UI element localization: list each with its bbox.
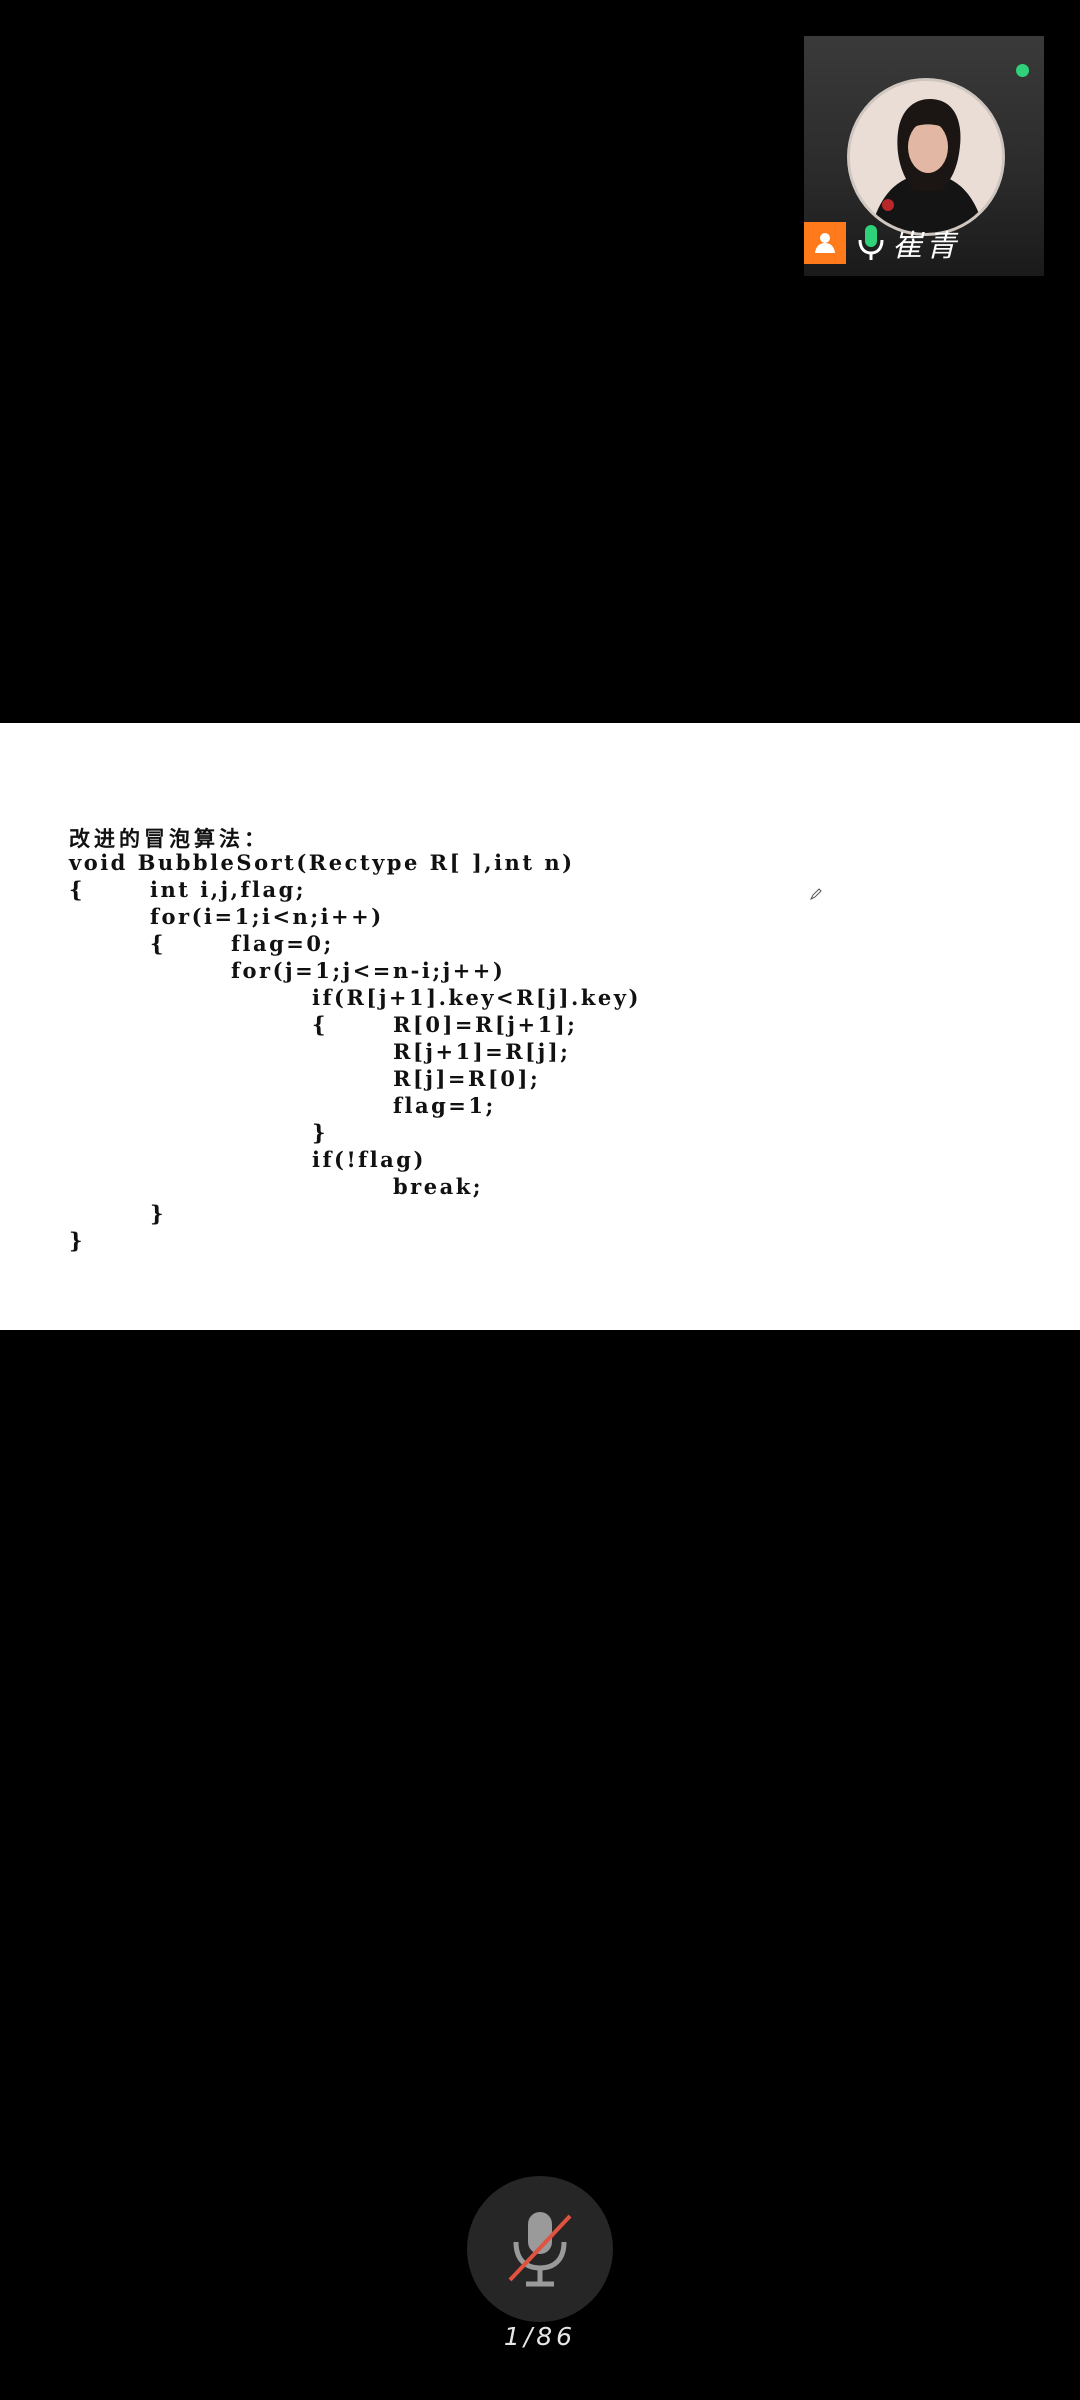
user-badge [804,222,846,264]
code-line: flag=1; [393,1093,496,1118]
avatar [847,78,1005,236]
mute-toggle-button[interactable] [467,2176,613,2322]
code-line: if(!flag) [312,1147,426,1172]
code-line: void BubbleSort(Rectype R[ ],int n) [69,850,575,875]
code-line: if(R[j+1].key<R[j].key) [312,985,641,1010]
speaker-name: 崔青 [892,229,960,264]
code-line: {flag=0; [150,931,334,956]
meeting-screen: 崔青 改进的冒泡算法： void BubbleSort(Rectype R[ ]… [0,0,1080,2400]
code-line: } [69,1228,86,1253]
pen-cursor-icon [810,888,822,900]
microphone-muted-icon [508,2212,572,2287]
online-status-dot [1016,64,1029,77]
code-line: for(j=1;j<=n-i;j++) [231,958,506,983]
microphone-active-icon [858,225,884,260]
speaker-video-tile[interactable]: 崔青 [804,36,1044,276]
avatar-image [850,81,1002,233]
code-line: } [312,1120,329,1145]
code-line: for(i=1;i<n;i++) [150,904,384,929]
code-line: } [150,1201,167,1226]
code-line: break; [393,1174,484,1199]
code-line: R[j+1]=R[j]; [393,1039,571,1064]
code-line: R[j]=R[0]; [393,1066,541,1091]
page-indicator: 1/86 [503,2322,577,2351]
speaker-info-bar: 崔青 [804,222,1044,264]
code-line: {int i,j,flag; [69,877,307,902]
slide-heading: 改进的冒泡算法： [69,827,269,851]
shared-slide: 改进的冒泡算法： void BubbleSort(Rectype R[ ],in… [0,723,1080,1330]
code-line: {R[0]=R[j+1]; [312,1012,578,1037]
user-icon [815,233,835,253]
speaker-mic [854,222,888,264]
